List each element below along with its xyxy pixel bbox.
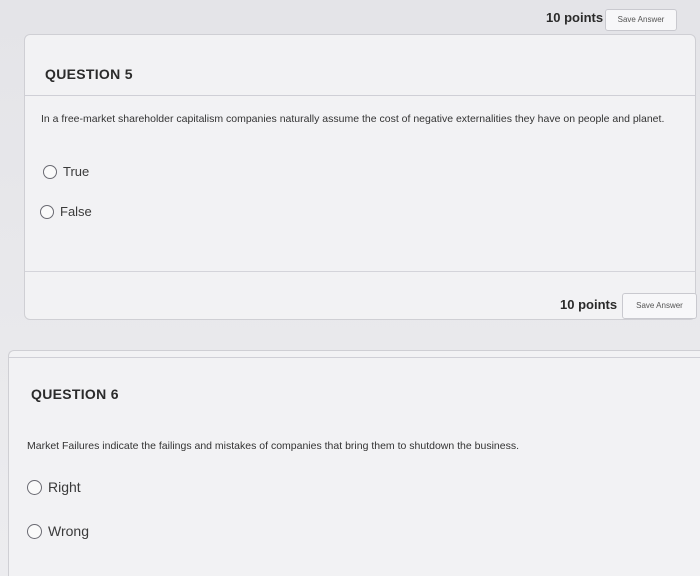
save-answer-button[interactable]: Save Answer: [605, 9, 677, 31]
points-label: 10 points: [560, 297, 618, 312]
radio-button[interactable]: [27, 523, 42, 539]
option-label: Right: [48, 479, 81, 495]
option-label: False: [60, 204, 92, 219]
option-wrong[interactable]: Wrong: [27, 523, 89, 539]
question-top-divider: [9, 357, 700, 358]
quiz-page: 10 points Save Answer QUESTION 5 In a fr…: [0, 0, 700, 576]
save-answer-button[interactable]: Save Answer: [622, 293, 697, 319]
option-label: True: [63, 164, 90, 179]
question-header-divider: [25, 95, 695, 96]
question-text: Market Failures indicate the failings an…: [27, 440, 520, 452]
radio-button[interactable]: [27, 479, 42, 495]
question-5-card: QUESTION 5 In a free-market shareholder …: [24, 34, 696, 320]
question-6-card: QUESTION 6 Market Failures indicate the …: [8, 350, 700, 576]
question-text: In a free-market shareholder capitalism …: [41, 113, 665, 125]
option-right[interactable]: Right: [27, 479, 81, 495]
question-title: QUESTION 6: [31, 386, 119, 402]
option-label: Wrong: [48, 523, 89, 539]
option-true[interactable]: True: [43, 164, 89, 179]
option-false[interactable]: False: [40, 204, 92, 219]
points-label: 10 points: [546, 10, 604, 25]
question-title: QUESTION 5: [45, 66, 133, 82]
radio-button[interactable]: [40, 204, 54, 219]
radio-button[interactable]: [43, 164, 57, 179]
question-footer-divider: [25, 271, 695, 272]
